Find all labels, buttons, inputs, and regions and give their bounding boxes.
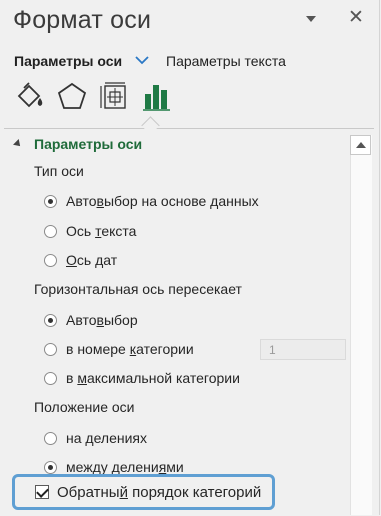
scroll-up-button[interactable] xyxy=(350,135,371,155)
close-icon[interactable]: ✕ xyxy=(348,8,364,28)
radio-on-tick-marks[interactable] xyxy=(44,432,57,445)
effects-pentagon-icon[interactable] xyxy=(55,80,89,114)
reverse-order-checkbox[interactable] xyxy=(35,485,49,499)
radio-date-axis-label[interactable]: Ось дат xyxy=(66,252,117,268)
axis-position-label: Положение оси xyxy=(34,399,135,415)
axis-options-bar-chart-icon[interactable] xyxy=(140,80,174,114)
size-properties-icon[interactable] xyxy=(98,80,132,114)
radio-text-axis-label[interactable]: Ось текста xyxy=(66,223,136,239)
radio-crosses-auto-label[interactable]: Автовыбор xyxy=(66,312,138,328)
radio-auto-select-data[interactable] xyxy=(44,195,57,208)
radio-crosses-category-number[interactable] xyxy=(44,343,57,356)
radio-auto-select-data-label[interactable]: Автовыбор на основе данных xyxy=(66,193,259,209)
section-axis-options-title[interactable]: Параметры оси xyxy=(34,136,142,152)
radio-crosses-max-category[interactable] xyxy=(44,372,57,385)
chevron-down-icon[interactable] xyxy=(133,51,151,69)
category-number-input[interactable]: 1 xyxy=(260,339,346,360)
radio-crosses-auto[interactable] xyxy=(44,314,57,327)
options-content xyxy=(4,128,374,516)
radio-date-axis[interactable] xyxy=(44,254,57,267)
radio-between-tick-marks[interactable] xyxy=(44,461,57,474)
radio-between-tick-marks-label[interactable]: между делениями xyxy=(66,459,184,475)
tab-text-options[interactable]: Параметры текста xyxy=(166,53,286,69)
radio-crosses-category-number-label[interactable]: в номере категории xyxy=(66,341,194,357)
horizontal-axis-crosses-label: Горизонтальная ось пересекает xyxy=(34,281,242,297)
vertical-scrollbar[interactable] xyxy=(350,135,372,515)
radio-on-tick-marks-label[interactable]: на делениях xyxy=(66,430,147,446)
reverse-order-label[interactable]: Обратный порядок категорий xyxy=(57,484,261,501)
tab-axis-options[interactable]: Параметры оси xyxy=(14,53,122,69)
radio-crosses-max-category-label[interactable]: в максимальной категории xyxy=(66,370,240,386)
category-icon-bar xyxy=(0,80,379,124)
pane-title: Формат оси xyxy=(13,6,152,34)
fill-line-icon[interactable] xyxy=(13,80,47,114)
checkmark-icon xyxy=(36,485,49,498)
radio-text-axis[interactable] xyxy=(44,225,57,238)
task-pane-options-icon[interactable] xyxy=(306,16,316,22)
axis-type-label: Тип оси xyxy=(34,163,84,179)
